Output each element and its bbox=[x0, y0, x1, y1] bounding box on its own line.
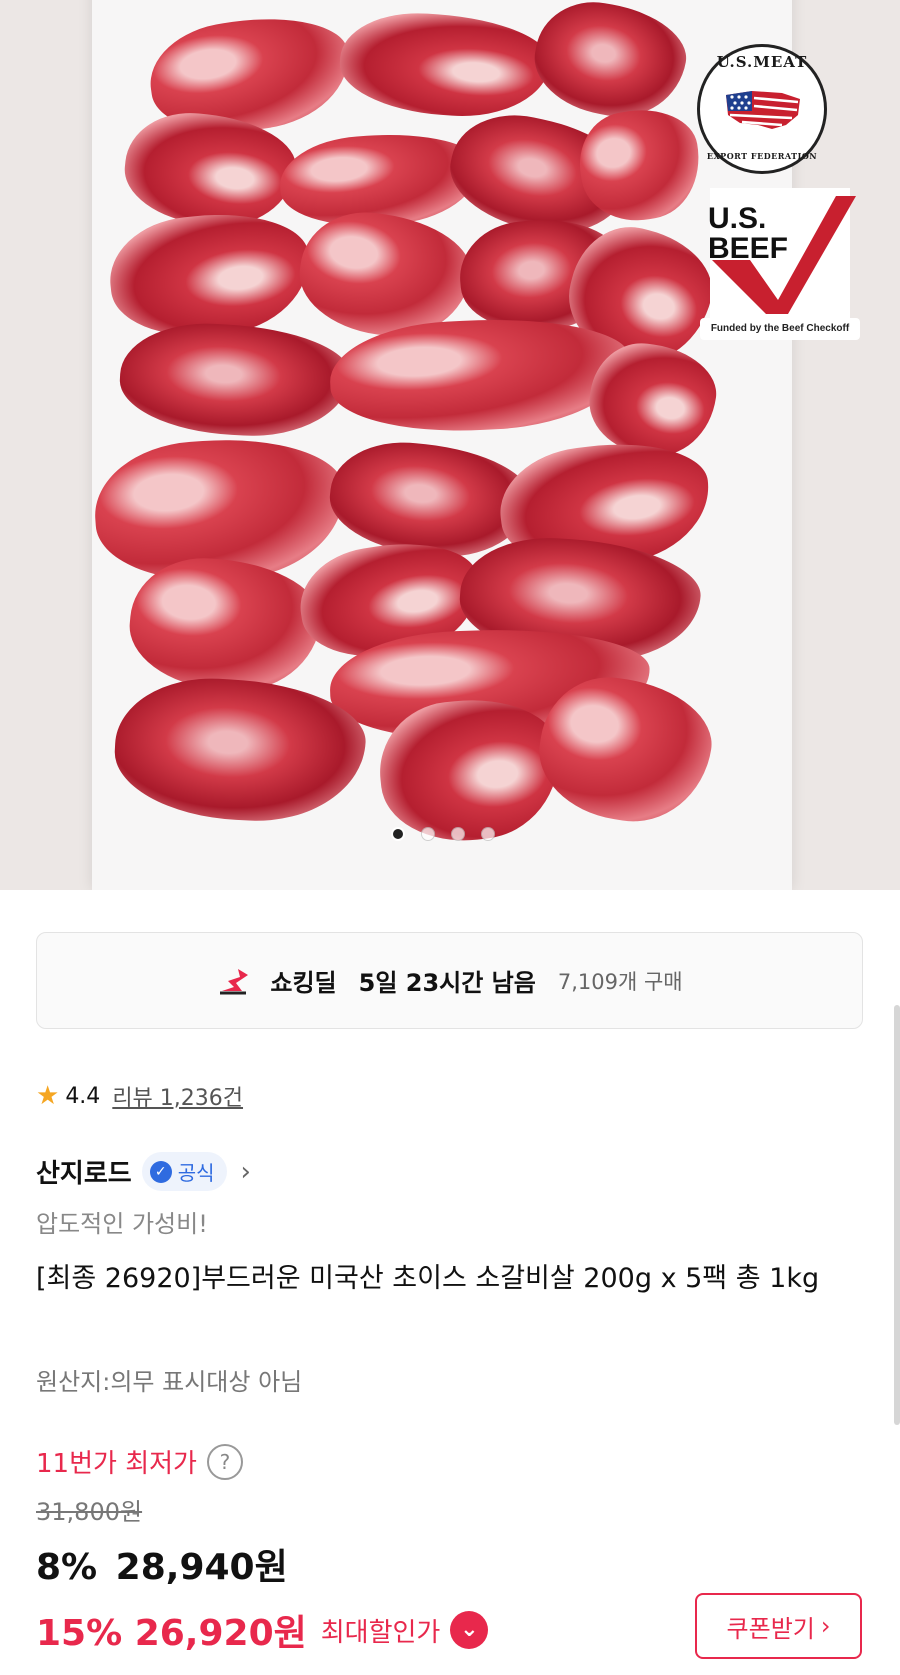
carousel-indicator[interactable] bbox=[391, 827, 495, 841]
shocking-deal-icon bbox=[220, 968, 249, 994]
lowest-price-row: 11번가 최저가 ? bbox=[36, 1443, 243, 1480]
product-origin: 원산지:의무 표시대상 아님 bbox=[36, 1368, 303, 1396]
review-count-link[interactable]: 리뷰 1,236건 bbox=[112, 1080, 243, 1112]
usmef-logo-bottom-text: EXPORT FEDERATION bbox=[706, 151, 818, 161]
deal-name: 쇼킹딜 bbox=[270, 969, 337, 997]
best-price: 15% 26,920원 bbox=[36, 1613, 307, 1654]
product-tagline: 압도적인 가성비! bbox=[36, 1210, 208, 1238]
usmef-logo-top-text: U.S.MEAT bbox=[716, 53, 808, 71]
usmef-logo: U.S.MEAT EXPORT FEDERATION bbox=[697, 44, 827, 174]
verified-check-icon: ✓ bbox=[149, 1160, 172, 1183]
us-beef-logo-text: U.S. BEEF bbox=[708, 202, 789, 265]
official-label: 공식 bbox=[177, 1161, 215, 1185]
product-image-carousel[interactable]: U.S.MEAT EXPORT FEDERATION U.S. BEEF Fun… bbox=[0, 0, 900, 890]
help-icon[interactable]: ? bbox=[206, 1443, 243, 1480]
us-beef-logo: U.S. BEEF Funded by the Beef Checkoff bbox=[700, 188, 860, 343]
carousel-dot[interactable] bbox=[421, 827, 435, 841]
chevron-down-icon[interactable]: ⌄ bbox=[450, 1611, 489, 1649]
scrollbar[interactable] bbox=[894, 1005, 900, 1425]
lowest-price-label: 11번가 최저가 bbox=[36, 1449, 197, 1479]
us-flag-map-icon bbox=[726, 91, 800, 129]
shocking-deal-banner[interactable]: 쇼킹딜 5일 23시간 남음 7,109개 구매 bbox=[36, 932, 863, 1029]
coupon-button-label: 쿠폰받기 bbox=[726, 1614, 815, 1643]
seller-row[interactable]: 산지로드 ✓ 공식 › bbox=[36, 1152, 251, 1191]
product-title: [최종 26920]부드러운 미국산 초이스 소갈비살 200g x 5팩 총 … bbox=[36, 1263, 820, 1294]
us-beef-logo-caption: Funded by the Beef Checkoff bbox=[700, 318, 860, 340]
carousel-dot[interactable] bbox=[481, 827, 495, 841]
star-icon: ★ bbox=[36, 1081, 60, 1111]
deal-time-left: 5일 23시간 남음 bbox=[358, 969, 536, 997]
coupon-button[interactable]: 쿠폰받기 › bbox=[695, 1593, 862, 1659]
best-price-row: 15% 26,920원 최대할인가 ⌄ bbox=[36, 1604, 489, 1656]
seller-name[interactable]: 산지로드 bbox=[36, 1153, 132, 1190]
original-price: 31,800원 bbox=[36, 1498, 143, 1526]
chevron-right-icon[interactable]: › bbox=[241, 1157, 251, 1187]
deal-sold-count: 7,109개 구매 bbox=[557, 969, 683, 994]
carousel-dot[interactable] bbox=[451, 827, 465, 841]
rating-score: 4.4 bbox=[65, 1083, 101, 1109]
official-badge: ✓ 공식 bbox=[141, 1152, 227, 1191]
best-price-label: 최대할인가 bbox=[320, 1617, 441, 1648]
chevron-right-icon: › bbox=[820, 1612, 831, 1640]
sale-price-row: 8% 28,940원 bbox=[36, 1538, 288, 1590]
sale-discount-percent: 8% bbox=[36, 1547, 98, 1588]
rating-summary: ★ 4.4 리뷰 1,236건 bbox=[36, 1080, 243, 1112]
carousel-dot-active[interactable] bbox=[391, 827, 405, 841]
sale-price: 28,940원 bbox=[115, 1547, 288, 1588]
